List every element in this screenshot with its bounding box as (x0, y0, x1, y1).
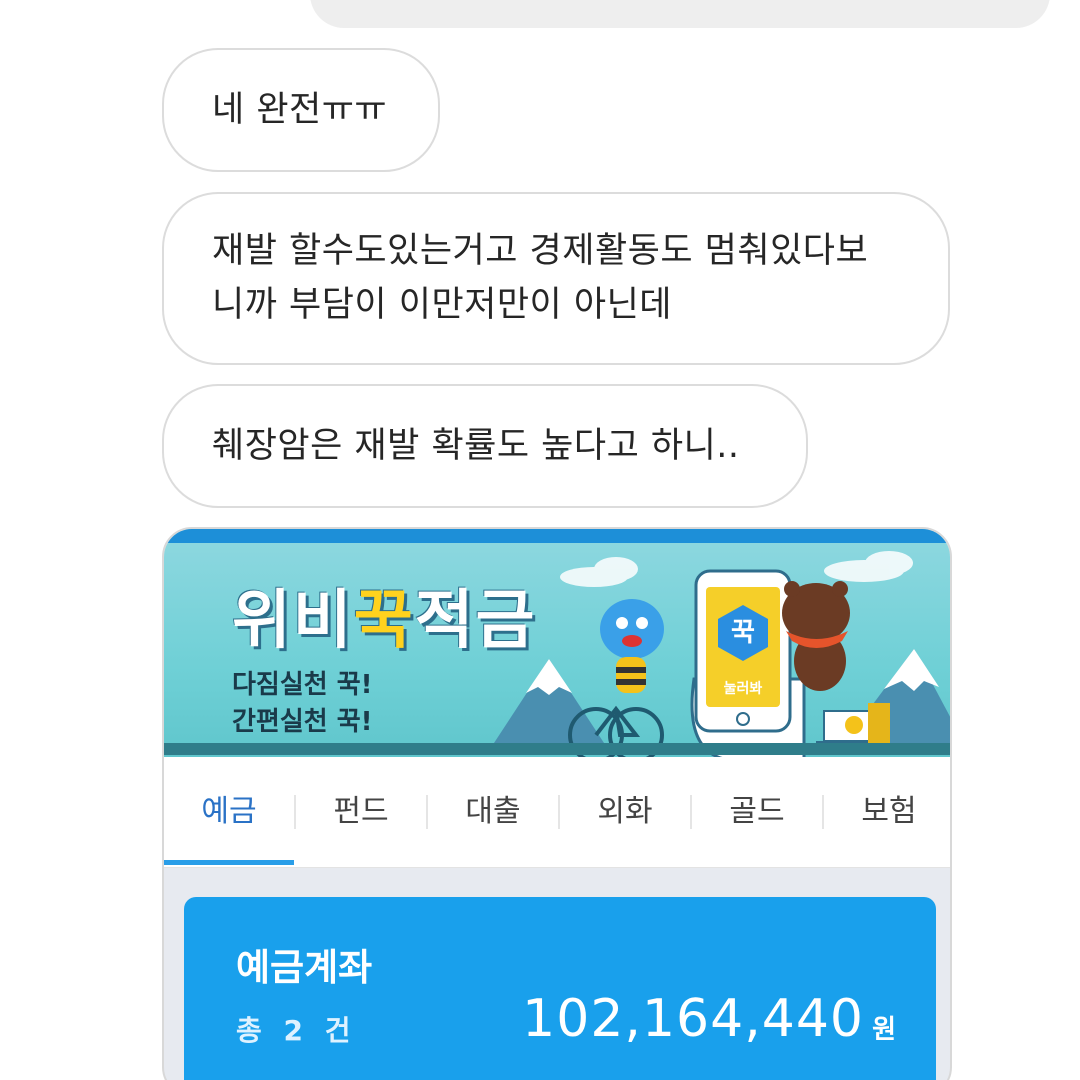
bee-character-icon (600, 599, 664, 693)
promo-banner[interactable]: 꾹 눌러봐 위비꾹적금 다짐실천 꾹! 간편실천 꾹! (164, 529, 950, 759)
tab-insurance[interactable]: 보험 (824, 757, 950, 861)
banner-bottom-strip (164, 743, 950, 755)
tab-fund[interactable]: 펀드 (296, 757, 426, 861)
message-text: 췌장암은 재발 확률도 높다고 하니.. (212, 426, 740, 466)
phone-badge-text: 꾹 (731, 618, 755, 648)
message-bubble-3[interactable]: 췌장암은 재발 확률도 높다고 하니.. (162, 384, 808, 508)
deposit-currency-unit: 원 (872, 1015, 896, 1045)
banner-title: 위비꾹적금 (232, 584, 537, 658)
tab-gold[interactable]: 골드 (692, 757, 822, 861)
message-text: 네 완전ㅠㅠ (212, 90, 388, 130)
message-bubble-2[interactable]: 재발 할수도있는거고 경제활동도 멈춰있다보 니까 부담이 이만저만이 아닌데 (162, 192, 950, 365)
image-attachment[interactable]: 꾹 눌러봐 위비꾹적금 다짐실천 꾹! 간편실천 꾹! 예금 펀드 대출 외화 … (162, 527, 952, 1080)
laptop-coins-icon (816, 703, 890, 745)
bear-character-icon (782, 581, 850, 691)
deposit-card-title: 예금계좌 (236, 946, 373, 989)
banner-subtitle-2: 간편실천 꾹! (232, 707, 373, 737)
chat-screen: 네 완전ㅠㅠ 재발 할수도있는거고 경제활동도 멈춰있다보 니까 부담이 이만저… (0, 0, 1080, 1080)
previous-message-bubble[interactable] (310, 0, 1050, 28)
deposit-total-amount: 102,164,440 (522, 989, 864, 1049)
deposit-account-count: 총 2 건 (236, 1014, 357, 1047)
message-text-line-1: 재발 할수도있는거고 경제활동도 멈춰있다보 (212, 231, 869, 271)
tab-loan[interactable]: 대출 (428, 757, 558, 861)
product-tab-bar: 예금 펀드 대출 외화 골드 보험 (164, 757, 950, 868)
tab-foreign-currency[interactable]: 외화 (560, 757, 690, 861)
tab-deposit[interactable]: 예금 (164, 757, 294, 865)
phone-badge-subtext: 눌러봐 (724, 680, 763, 697)
deposit-account-card[interactable]: 예금계좌 총 2 건 102,164,440 원 (184, 897, 936, 1080)
message-bubble-1[interactable]: 네 완전ㅠㅠ (162, 48, 440, 172)
banner-subtitle-1: 다짐실천 꾹! (232, 670, 373, 700)
message-text-line-2: 니까 부담이 이만저만이 아닌데 (212, 285, 672, 325)
